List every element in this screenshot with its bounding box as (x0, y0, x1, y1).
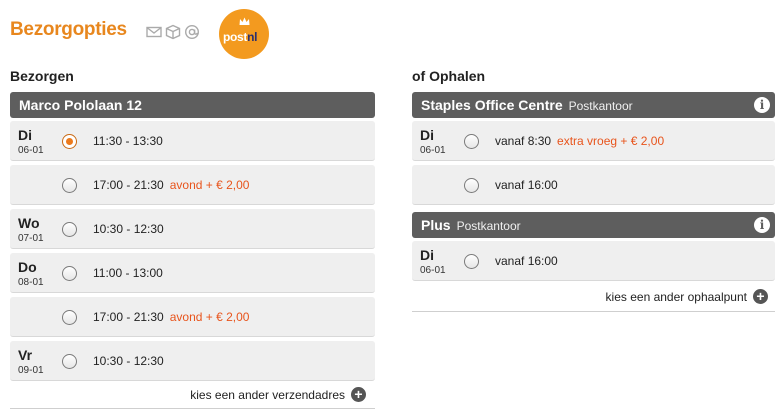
slot-time: 10:30 - 12:30 (93, 354, 164, 368)
package-icon (165, 24, 181, 40)
logo-text-nl: nl (247, 30, 258, 44)
time-slot-radio[interactable] (464, 134, 479, 149)
slot-day: Di (18, 127, 32, 143)
time-slot-row[interactable]: Vr 09-01 10:30 - 12:30 (10, 341, 375, 381)
pickup-location-type: Postkantoor (456, 219, 521, 233)
slot-time-container: vanaf 8:30 extra vroeg + € 2,00 (495, 134, 664, 148)
time-slot-row[interactable]: Di 06-01 vanaf 16:00 (412, 241, 775, 281)
slot-date: 06-01 (420, 265, 446, 276)
choose-other-address-link[interactable]: kies een ander verzendadres + (190, 387, 366, 402)
slot-time: vanaf 16:00 (495, 254, 558, 268)
slot-date: 06-01 (18, 145, 44, 156)
delivery-heading: Bezorgen (10, 68, 74, 84)
info-icon[interactable]: i (754, 217, 770, 233)
slot-date: 08-01 (18, 277, 44, 288)
delivery-address-header: Marco Pololaan 12 (10, 92, 375, 118)
time-slot-row[interactable]: Di 06-01 11:30 - 13:30 (10, 121, 375, 161)
plus-icon[interactable]: + (753, 289, 768, 304)
logo-text-post: post (223, 30, 248, 44)
slot-time: 11:30 - 13:30 (93, 134, 163, 148)
slot-time: 10:30 - 12:30 (93, 222, 164, 236)
slot-time-container: vanaf 16:00 (495, 254, 558, 268)
time-slot-row[interactable]: Do 08-01 11:00 - 13:00 (10, 253, 375, 293)
time-slot-radio[interactable] (62, 266, 77, 281)
pickup-location-header: Plus Postkantoor i (412, 212, 775, 238)
slot-surcharge: avond + € 2,00 (169, 310, 250, 324)
slot-day: Vr (18, 347, 33, 363)
slot-day: Di (420, 127, 434, 143)
slot-time-container: 17:00 - 21:30 avond + € 2,00 (93, 310, 249, 324)
pickup-location-name: Staples Office Centre (421, 97, 563, 113)
time-slot-row[interactable]: 17:00 - 21:30 avond + € 2,00 (10, 297, 375, 337)
crown-icon (239, 17, 250, 25)
slot-surcharge: avond + € 2,00 (169, 178, 250, 192)
slot-time-container: 11:00 - 13:00 (93, 266, 163, 280)
slot-time-container: 11:30 - 13:30 (93, 134, 163, 148)
time-slot-row[interactable]: 17:00 - 21:30 avond + € 2,00 (10, 165, 375, 205)
pickup-location-name: Plus (421, 217, 451, 233)
delivery-address: Marco Pololaan 12 (19, 97, 142, 113)
at-icon (184, 24, 200, 40)
time-slot-radio[interactable] (62, 178, 77, 193)
pickup-location-header: Staples Office Centre Postkantoor i (412, 92, 775, 118)
time-slot-row[interactable]: Di 06-01 vanaf 8:30 extra vroeg + € 2,00 (412, 121, 775, 161)
slot-time-container: 10:30 - 12:30 (93, 222, 164, 236)
time-slot-radio[interactable] (464, 178, 479, 193)
slot-time: 17:00 - 21:30 (93, 178, 164, 192)
divider (412, 311, 775, 312)
slot-day: Do (18, 259, 37, 275)
time-slot-radio[interactable] (62, 134, 77, 149)
pickup-location-type: Postkantoor (568, 99, 633, 113)
slot-date: 07-01 (18, 233, 44, 244)
choose-other-address-label: kies een ander verzendadres (190, 387, 345, 402)
slot-time: 11:00 - 13:00 (93, 266, 163, 280)
time-slot-radio[interactable] (464, 254, 479, 269)
time-slot-radio[interactable] (62, 354, 77, 369)
slot-day: Di (420, 247, 434, 263)
divider (10, 408, 375, 409)
choose-other-pickup-link[interactable]: kies een ander ophaalpunt + (606, 289, 768, 304)
slot-time: vanaf 8:30 (495, 134, 552, 148)
slot-time: 17:00 - 21:30 (93, 310, 164, 324)
time-slot-row[interactable]: vanaf 16:00 (412, 165, 775, 205)
slot-day: Wo (18, 215, 40, 231)
delivery-type-icons (146, 24, 200, 40)
slot-time: vanaf 16:00 (495, 178, 558, 192)
time-slot-radio[interactable] (62, 310, 77, 325)
page-title: Bezorgopties (10, 19, 127, 40)
slot-date: 09-01 (18, 365, 44, 376)
slot-time-container: 17:00 - 21:30 avond + € 2,00 (93, 178, 249, 192)
time-slot-radio[interactable] (62, 222, 77, 237)
slot-surcharge: extra vroeg + € 2,00 (557, 134, 665, 148)
envelope-icon (146, 26, 162, 38)
choose-other-pickup-label: kies een ander ophaalpunt (605, 289, 747, 304)
slot-time-container: vanaf 16:00 (495, 178, 558, 192)
info-icon[interactable]: i (754, 97, 770, 113)
slot-date: 06-01 (420, 145, 446, 156)
plus-icon[interactable]: + (351, 387, 366, 402)
pickup-heading: of Ophalen (412, 68, 486, 84)
time-slot-row[interactable]: Wo 07-01 10:30 - 12:30 (10, 209, 375, 249)
slot-time-container: 10:30 - 12:30 (93, 354, 164, 368)
postnl-logo: postnl (219, 9, 269, 59)
